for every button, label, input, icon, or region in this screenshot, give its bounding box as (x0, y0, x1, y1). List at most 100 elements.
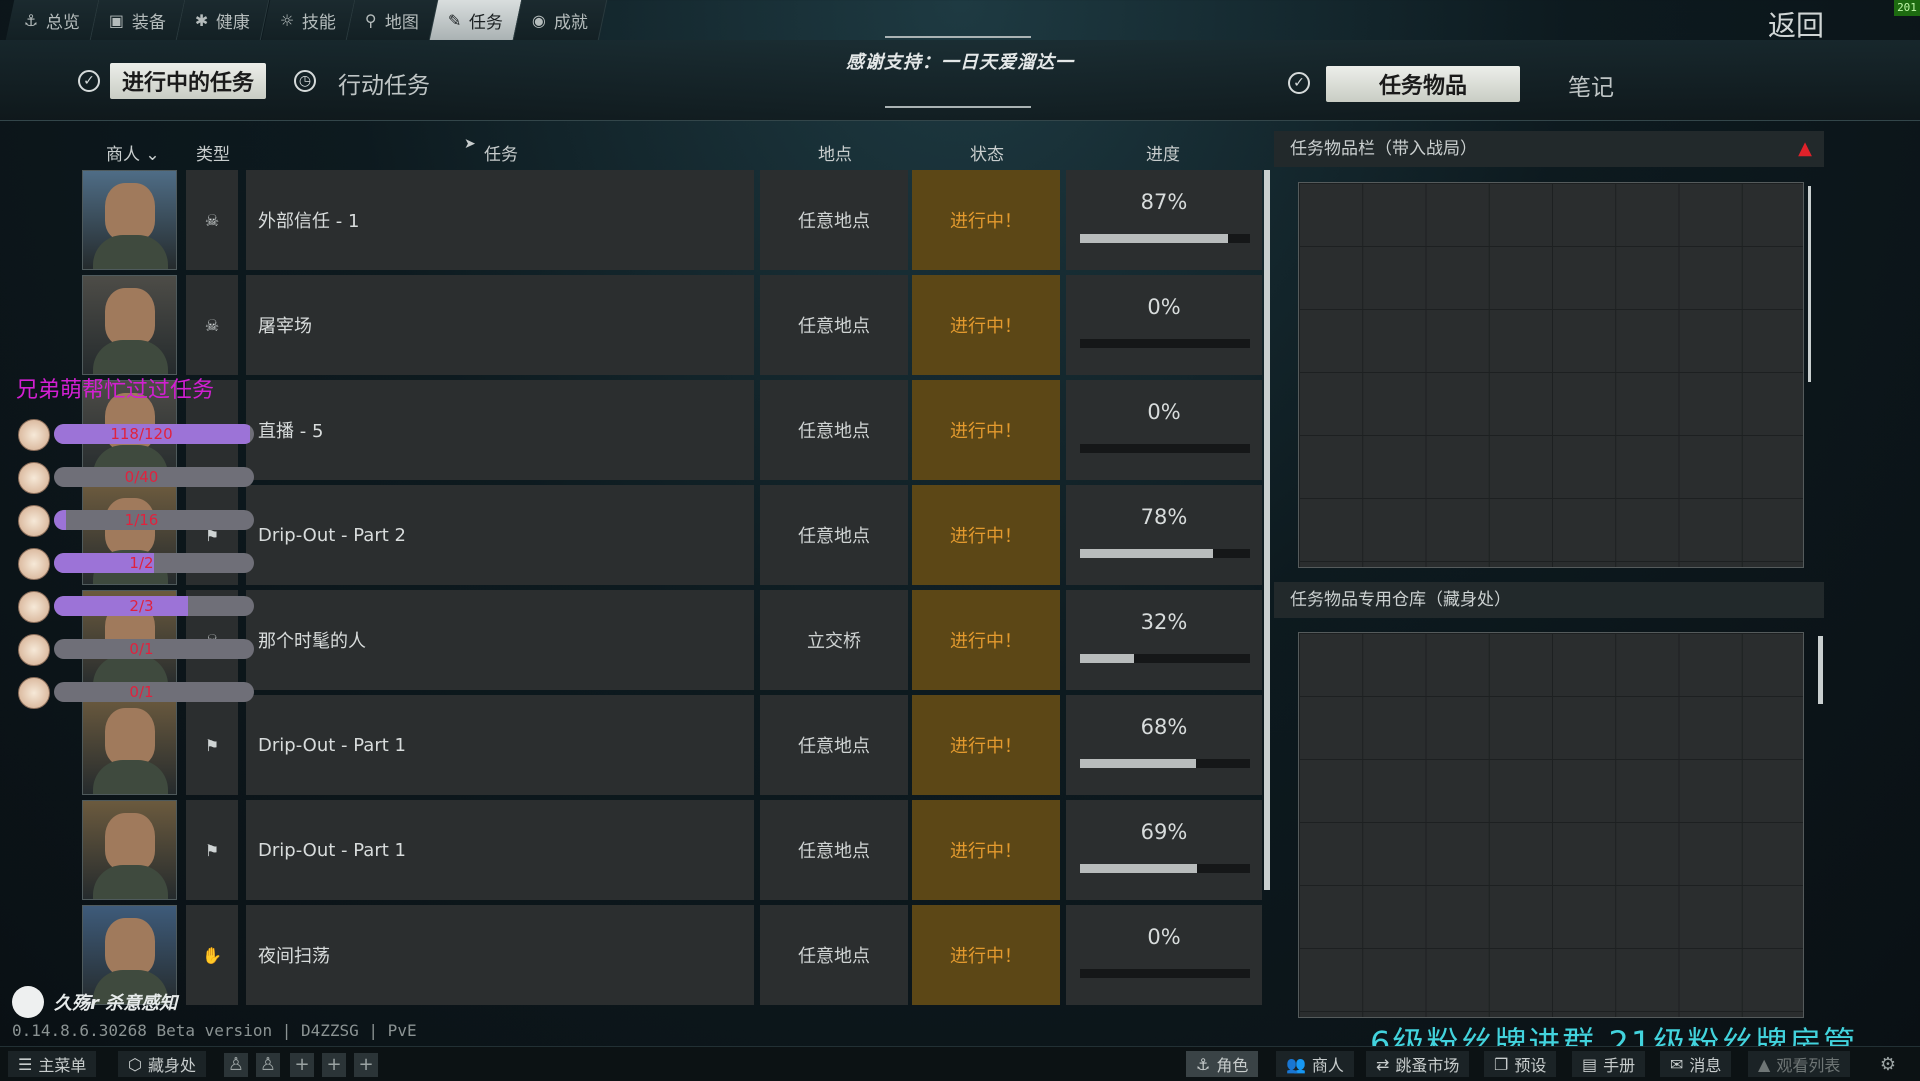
trader-face (105, 918, 155, 976)
quest-row[interactable]: ☠ 那个时髦的人 立交桥 进行中！ 32% (82, 590, 1262, 690)
tab-map[interactable]: ⚲ 地图 (346, 0, 439, 40)
gift-icon (18, 591, 50, 623)
stash-grid[interactable] (1298, 182, 1804, 568)
quest-status: 进行中！ (912, 485, 1060, 585)
gift-icon (18, 419, 50, 451)
quest-location: 任意地点 (760, 275, 908, 375)
goal-bar: 0/40 (54, 467, 254, 487)
quest-location: 任意地点 (760, 800, 908, 900)
trader-avatar[interactable] (82, 800, 177, 900)
quest-row[interactable]: ⚑ Drip-Out - Part 1 任意地点 进行中！ 68% (82, 695, 1262, 795)
tab-skills[interactable]: ☼ 技能 (261, 0, 356, 40)
traders-icon: 👥 (1286, 1054, 1306, 1074)
character-button[interactable]: ⚓ 角色 (1186, 1051, 1259, 1077)
trader-avatar[interactable] (82, 275, 177, 375)
goal-bar: 118/120 (54, 424, 254, 444)
tab-overview[interactable]: ⚓ 总览 (5, 0, 100, 40)
quest-name: Drip-Out - Part 1 (246, 695, 754, 795)
add-slot-icon[interactable]: + (322, 1053, 346, 1077)
trader-avatar[interactable] (82, 695, 177, 795)
quest-row[interactable]: ☠ 外部信任 - 1 任意地点 进行中！ 87% (82, 170, 1262, 270)
add-slot-icon[interactable]: + (354, 1053, 378, 1077)
quest-items-tab[interactable]: 任务物品 (1326, 66, 1520, 102)
profile-icon[interactable]: ♙ (224, 1053, 248, 1077)
task-icon: ✎ (447, 10, 462, 30)
gift-icon (18, 634, 50, 666)
quest-type-icon: ☠ (186, 275, 238, 375)
progress-fill (1080, 654, 1135, 663)
stash-scrollbar[interactable] (1808, 186, 1811, 382)
traders-button[interactable]: 👥 商人 (1276, 1051, 1354, 1077)
header-progress[interactable]: 进度 (1146, 140, 1180, 165)
quest-progress: 0% (1066, 380, 1262, 480)
progress-percent: 78% (1140, 505, 1188, 529)
progress-bar (1080, 759, 1250, 768)
quest-row[interactable]: ⚑ Drip-Out - Part 2 任意地点 进行中！ 78% (82, 485, 1262, 585)
header-status[interactable]: 状态 (970, 140, 1004, 165)
list-scrollbar[interactable] (1264, 170, 1270, 890)
gift-icon (18, 677, 50, 709)
gear-bag-icon: ▣ (109, 10, 125, 30)
progress-percent: 69% (1140, 820, 1188, 844)
progress-fill (1080, 549, 1213, 558)
add-slot-icon[interactable]: + (290, 1053, 314, 1077)
trader-avatar[interactable] (82, 170, 177, 270)
quest-location: 任意地点 (760, 485, 908, 585)
back-button[interactable]: 返回 (1768, 4, 1824, 44)
overlay-title: 兄弟萌帮忙过过任务 (16, 378, 215, 403)
notes-tab[interactable]: 笔记 (1568, 68, 1614, 102)
menu-icon: ☰ (18, 1054, 33, 1074)
health-icon: ✱ (195, 10, 209, 30)
tab-gear[interactable]: ▣ 装备 (91, 0, 186, 40)
tab-health[interactable]: ✱ 健康 (177, 0, 271, 40)
header-type[interactable]: 类型 (196, 140, 230, 165)
cursor-icon: ➤ (464, 136, 476, 152)
progress-bar (1080, 339, 1250, 348)
book-icon: ▤ (1582, 1054, 1598, 1074)
quest-name: Drip-Out - Part 2 (246, 485, 754, 585)
operational-tasks-tab[interactable]: 行动任务 (338, 66, 430, 100)
quest-row[interactable]: ✋ 夜间扫荡 任意地点 进行中！ 0% (82, 905, 1262, 1005)
quest-row[interactable]: ⚑ Drip-Out - Part 1 任意地点 进行中！ 69% (82, 800, 1262, 900)
quest-name: Drip-Out - Part 1 (246, 800, 754, 900)
profile-icon[interactable]: ♙ (256, 1053, 280, 1077)
tab-tasks[interactable]: ✎ 任务 (429, 0, 523, 40)
quest-name: 夜间扫荡 (246, 905, 754, 1005)
quest-status: 进行中！ (912, 590, 1060, 690)
hideout-button[interactable]: ⬡ 藏身处 (118, 1051, 206, 1077)
version-text: 0.14.8.6.30268 Beta version | D4ZZSG | P… (12, 1021, 417, 1040)
storage-scrollbar[interactable] (1818, 636, 1823, 704)
quest-progress: 78% (1066, 485, 1262, 585)
handbook-button[interactable]: ▤ 手册 (1572, 1051, 1646, 1077)
quest-location: 任意地点 (760, 695, 908, 795)
quest-name: 外部信任 - 1 (246, 170, 754, 270)
quest-location: 任意地点 (760, 905, 908, 1005)
quest-name: 那个时髦的人 (246, 590, 754, 690)
active-quests-tab[interactable]: 进行中的任务 (110, 63, 267, 99)
preset-icon: ❐ (1494, 1054, 1509, 1074)
quest-progress: 32% (1066, 590, 1262, 690)
quest-row[interactable]: ☠ 屠宰场 任意地点 进行中！ 0% (82, 275, 1262, 375)
bottom-bar: ☰ 主菜单 ⬡ 藏身处 ♙ ♙ + + + ⚓ 角色 👥 商人 ⇄ 跳蚤市场 ❐ 预设 ▤ 手… (0, 1046, 1920, 1081)
presets-button[interactable]: ❐ 预设 (1484, 1051, 1557, 1077)
messages-button[interactable]: ✉ 消息 (1660, 1051, 1732, 1077)
watchlist-button[interactable]: ▲ 观看列表 (1748, 1051, 1851, 1077)
header-task[interactable]: 任务 (484, 140, 518, 165)
trader-body (93, 865, 168, 899)
warning-icon: ▲ (1798, 138, 1812, 159)
quest-location: 任意地点 (760, 170, 908, 270)
flea-market-button[interactable]: ⇄ 跳蚤市场 (1366, 1051, 1470, 1077)
header-location[interactable]: 地点 (818, 140, 852, 165)
message-icon: ✉ (1670, 1054, 1684, 1074)
tab-achievements[interactable]: ◉ 成就 (514, 0, 608, 40)
main-menu-button[interactable]: ☰ 主菜单 (8, 1051, 97, 1077)
quest-name: 屠宰场 (246, 275, 754, 375)
header-trader[interactable]: 商人 ⌄ (106, 140, 160, 165)
trader-face (105, 708, 155, 766)
settings-icon[interactable]: ⚙ (1876, 1053, 1900, 1077)
check-circle-icon: ✓ (78, 70, 100, 92)
quest-status: 进行中！ (912, 275, 1060, 375)
quest-row[interactable]: ☠ 直播 - 5 任意地点 进行中！ 0% (82, 380, 1262, 480)
quest-type-icon: ✋ (186, 905, 238, 1005)
storage-grid[interactable] (1298, 632, 1804, 1018)
